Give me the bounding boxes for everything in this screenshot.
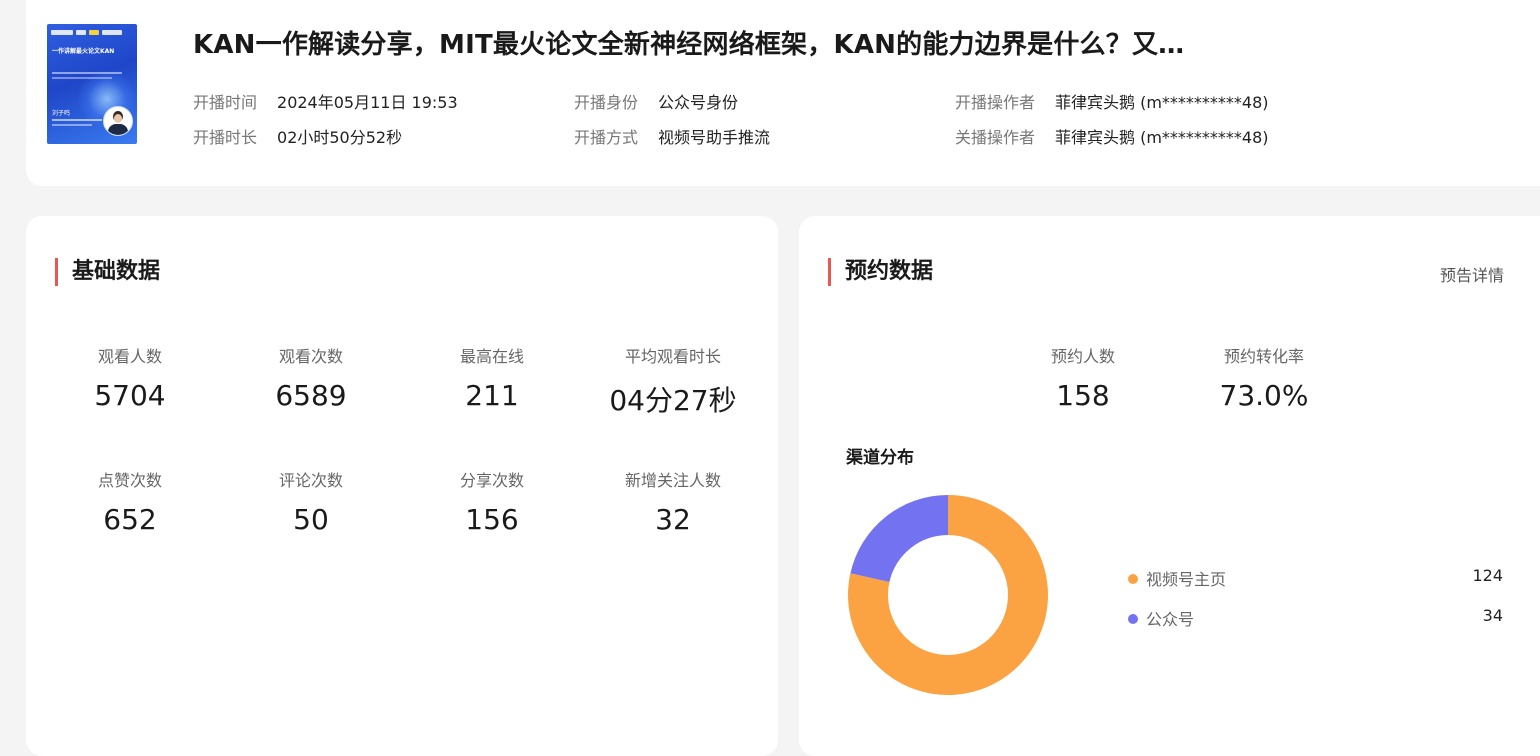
meta-duration: 开播时长 02小时50分52秒 — [193, 124, 402, 148]
stat-value: 652 — [103, 503, 157, 536]
legend-value: 34 — [1482, 606, 1503, 625]
stat-reservations: 预约人数 158 — [1003, 343, 1163, 412]
stat-value: 50 — [293, 503, 329, 536]
stat-value: 73.0% — [1219, 379, 1309, 412]
meta-value: 公众号身份 — [658, 93, 739, 112]
preview-details-link[interactable]: 预告详情 — [1440, 262, 1504, 286]
cover-title: 一作讲解最火论文KAN — [52, 48, 115, 55]
legend-item: 视频号主页 124 — [1128, 566, 1503, 590]
meta-stop-operator: 关播操作者 菲律宾头鹅 (m**********48) — [955, 124, 1269, 148]
cover-topbar — [51, 30, 133, 36]
stat-label: 最高在线 — [459, 347, 524, 366]
stat-likes: 点赞次数 652 — [50, 467, 210, 536]
stat-conversion-rate: 预约转化率 73.0% — [1184, 343, 1344, 412]
meta-value: 视频号助手推流 — [658, 128, 771, 147]
meta-identity: 开播身份 公众号身份 — [574, 89, 738, 113]
meta-label: 开播时长 — [193, 128, 258, 147]
stat-value: 32 — [655, 503, 691, 536]
meta-value: 2024年05月11日 19:53 — [277, 93, 458, 112]
stat-new-followers: 新增关注人数 32 — [593, 467, 753, 536]
meta-method: 开播方式 视频号助手推流 — [574, 124, 770, 148]
legend-dot — [1128, 573, 1138, 584]
stat-label: 评论次数 — [278, 471, 343, 490]
stat-label: 观看次数 — [278, 347, 343, 366]
meta-label: 开播身份 — [574, 93, 639, 112]
legend-label: 视频号主页 — [1146, 570, 1227, 589]
stat-label: 观看人数 — [97, 347, 162, 366]
stat-value: 156 — [465, 503, 519, 536]
channel-distribution-title: 渠道分布 — [846, 448, 914, 468]
meta-start-time: 开播时间 2024年05月11日 19:53 — [193, 89, 458, 113]
meta-label: 开播时间 — [193, 93, 258, 112]
stat-value: 04分27秒 — [609, 384, 737, 417]
legend-label: 公众号 — [1146, 610, 1195, 629]
stat-avg-watch-time: 平均观看时长 04分27秒 — [593, 343, 753, 419]
reservation-data-title: 预约数据 — [828, 258, 933, 286]
stat-value: 211 — [465, 379, 519, 412]
stat-peak-online: 最高在线 211 — [412, 343, 572, 412]
stat-label: 预约人数 — [1050, 347, 1115, 366]
cover-speaker-name: 刘子鸣 — [52, 110, 71, 117]
legend-dot — [1128, 613, 1138, 624]
stat-label: 分享次数 — [459, 471, 524, 490]
speaker-avatar — [103, 106, 133, 136]
stat-shares: 分享次数 156 — [412, 467, 572, 536]
legend-item: 公众号 34 — [1128, 606, 1503, 630]
stat-label: 预约转化率 — [1223, 347, 1304, 366]
cover-decor-line — [52, 119, 102, 121]
cover-decor-line — [52, 77, 112, 79]
stat-views: 观看次数 6589 — [231, 343, 391, 412]
stat-label: 新增关注人数 — [624, 471, 721, 490]
stat-label: 点赞次数 — [97, 471, 162, 490]
stat-viewers: 观看人数 5704 — [50, 343, 210, 412]
stat-value: 5704 — [94, 379, 166, 412]
donut-slice-2 — [850, 495, 948, 582]
meta-label: 关播操作者 — [955, 128, 1036, 147]
live-title: KAN一作解读分享，MIT最火论文全新神经网络框架，KAN的能力边界是什么？又… — [193, 30, 1185, 60]
live-cover-thumbnail: 一作讲解最火论文KAN 刘子鸣 — [47, 24, 137, 144]
legend-value: 124 — [1472, 566, 1503, 585]
meta-start-operator: 开播操作者 菲律宾头鹅 (m**********48) — [955, 89, 1269, 113]
meta-label: 开播操作者 — [955, 93, 1036, 112]
meta-label: 开播方式 — [574, 128, 639, 147]
channel-donut-chart — [848, 495, 1048, 695]
meta-value: 菲律宾头鹅 (m**********48) — [1055, 93, 1269, 112]
stat-label: 平均观看时长 — [624, 347, 721, 366]
stat-value: 6589 — [275, 379, 347, 412]
cover-decor-line — [52, 72, 122, 74]
meta-value: 菲律宾头鹅 (m**********48) — [1055, 128, 1269, 147]
stat-comments: 评论次数 50 — [231, 467, 391, 536]
basic-data-title: 基础数据 — [55, 258, 160, 286]
stat-value: 158 — [1056, 379, 1110, 412]
cover-decor-line — [52, 124, 92, 126]
meta-value: 02小时50分52秒 — [277, 128, 403, 147]
